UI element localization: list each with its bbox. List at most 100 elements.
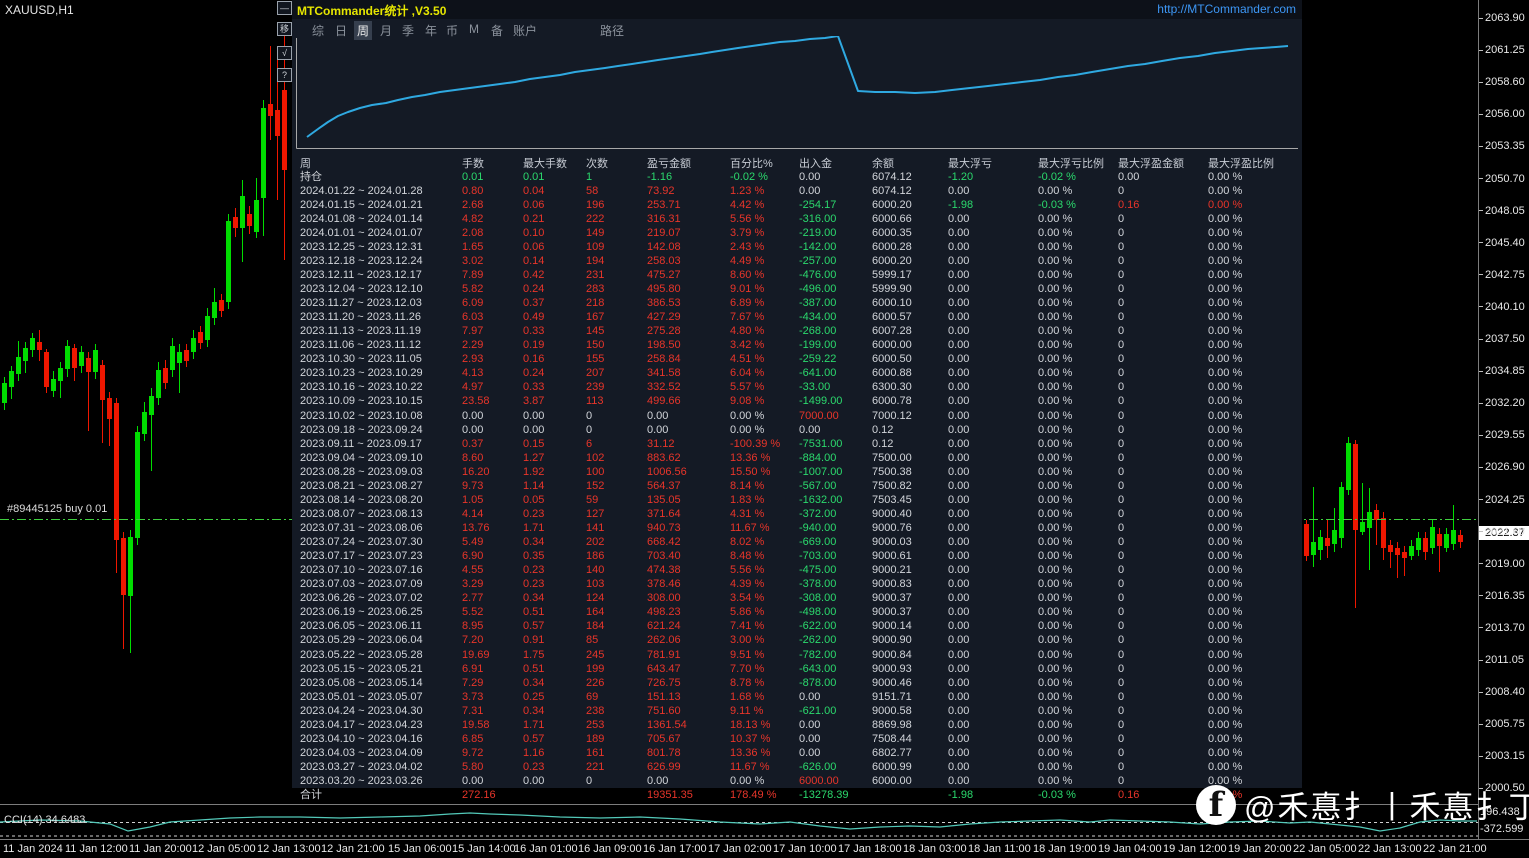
table-cell: 703.40 xyxy=(647,550,681,563)
table-cell: 23.58 xyxy=(462,395,490,408)
table-cell: 4.82 xyxy=(462,212,484,225)
table-cell: 102 xyxy=(586,451,605,464)
candle-body xyxy=(156,370,161,398)
table-cell: -940.00 xyxy=(799,522,837,534)
table-cell: 0.00 % xyxy=(1208,634,1243,647)
table-row: 2023.07.24 ~ 2023.07.30 5.49 0.34 202 668.42… xyxy=(292,535,1302,549)
table-cell: 253.71 xyxy=(647,198,681,211)
statistics-panel: MTCommander统计 ,V3.50 http://MTCommander.… xyxy=(292,0,1302,803)
table-cell: 0.00 % xyxy=(1208,620,1243,633)
table-cell: 9.01 % xyxy=(730,282,765,295)
table-row: 2023.11.27 ~ 2023.12.03 6.09 0.37 218 386.53… xyxy=(292,296,1302,310)
price-axis[interactable]: 2022.37 196.438 -372.599 2063.90 2061.25 2… xyxy=(1478,0,1529,858)
minimize-button[interactable]: — xyxy=(277,1,292,15)
table-row: 2023.07.03 ~ 2023.07.09 3.29 0.23 103 378.46… xyxy=(292,577,1302,591)
table-row: 2024.01.22 ~ 2024.01.28 0.80 0.04 58 73.92 1.… xyxy=(292,184,1302,198)
price-tick: 2042.75 xyxy=(1479,269,1529,281)
table-cell: 2023.06.19 ~ 2023.06.25 xyxy=(300,606,423,619)
table-cell: 6.03 xyxy=(462,311,484,324)
table-cell: 0.00 % xyxy=(1208,282,1243,295)
table-row: 2023.04.24 ~ 2023.04.30 7.31 0.34 238 751.60… xyxy=(292,704,1302,718)
table-cell: 6300.30 xyxy=(872,381,912,394)
table-row: 2023.10.23 ~ 2023.10.29 4.13 0.24 207 341.58… xyxy=(292,366,1302,380)
table-cell: 7.97 xyxy=(462,325,484,338)
table-cell: 135.05 xyxy=(647,493,681,506)
table-cell: 0.00 xyxy=(948,254,970,267)
table-cell: 0.00 % xyxy=(1208,507,1243,520)
table-cell: 2023.10.02 ~ 2023.10.08 xyxy=(300,409,423,422)
candle-body xyxy=(128,537,133,596)
table-cell: 9000.37 xyxy=(872,592,912,605)
table-row: 2023.11.13 ~ 2023.11.19 7.97 0.33 145 275.28… xyxy=(292,324,1302,338)
panel-website-link[interactable]: http://MTCommander.com xyxy=(1157,2,1296,16)
table-cell: 6000.00 xyxy=(799,775,839,788)
table-cell: 0.00 xyxy=(647,775,669,788)
table-cell: 222 xyxy=(586,212,605,225)
table-cell: -643.00 xyxy=(799,662,837,675)
candle-body xyxy=(184,350,189,361)
candle-body xyxy=(1409,546,1414,556)
table-cell: 4.14 xyxy=(462,507,484,520)
table-cell: 6.85 xyxy=(462,732,484,745)
price-tick: 2037.50 xyxy=(1479,333,1529,345)
table-cell: 0.00 % xyxy=(1038,606,1073,619)
table-cell: 0.00 % xyxy=(1208,170,1243,183)
menu-item-M[interactable]: M xyxy=(466,21,482,37)
help-button[interactable]: ? xyxy=(277,68,292,82)
table-cell: 0.04 xyxy=(523,184,545,197)
table-cell: 0.33 xyxy=(523,325,545,338)
time-tick: 16 Jan 01:00 xyxy=(514,843,578,855)
move-button[interactable]: 移 xyxy=(277,22,292,36)
table-cell: 0.00 xyxy=(948,564,970,577)
table-cell: 0.00 % xyxy=(1038,240,1073,253)
table-cell: 0 xyxy=(1118,395,1125,408)
table-cell: 5999.90 xyxy=(872,282,912,295)
table-cell: 0.00 xyxy=(523,409,545,422)
candle-body xyxy=(275,110,280,136)
table-row: 2023.06.26 ~ 2023.07.02 2.77 0.34 124 308.00… xyxy=(292,591,1302,605)
candle-body xyxy=(1458,535,1463,542)
table-cell: 0.00 % xyxy=(1208,339,1243,352)
table-cell: -476.00 xyxy=(799,268,837,281)
table-row: 2024.01.15 ~ 2024.01.21 2.68 0.06 196 253.71… xyxy=(292,198,1302,212)
table-cell: -496.00 xyxy=(799,282,837,295)
table-cell: 258.84 xyxy=(647,353,681,366)
table-cell: 0.00 % xyxy=(1038,634,1073,647)
candle-body xyxy=(72,348,77,368)
table-cell: 0 xyxy=(1118,662,1125,675)
table-cell: 0.00 xyxy=(948,282,970,295)
table-cell: 621.24 xyxy=(647,620,681,633)
table-cell: 0.00 % xyxy=(1038,761,1073,774)
table-cell: 221 xyxy=(586,761,605,774)
table-cell: 9.08 % xyxy=(730,395,765,408)
table-cell: 801.78 xyxy=(647,746,681,759)
table-cell: 8.60 xyxy=(462,451,484,464)
table-cell: 0.00 xyxy=(948,718,970,731)
table-cell: 2023.11.13 ~ 2023.11.19 xyxy=(300,325,422,338)
table-cell: 2023.11.06 ~ 2023.11.12 xyxy=(300,339,422,352)
table-cell: 0.00 % xyxy=(730,775,765,788)
open-position-label: #89445125 buy 0.01 xyxy=(7,503,108,515)
table-cell: -567.00 xyxy=(799,479,837,492)
table-row: 2023.04.03 ~ 2023.04.09 9.72 1.16 161 801.78… xyxy=(292,746,1302,760)
table-cell: 4.42 % xyxy=(730,198,765,211)
apply-button[interactable]: √ xyxy=(277,46,292,60)
table-row: 2023.05.01 ~ 2023.05.07 3.73 0.25 69 151.13 1… xyxy=(292,690,1302,704)
table-cell: -378.00 xyxy=(799,578,837,591)
panel-titlebar[interactable]: MTCommander统计 ,V3.50 http://MTCommander.… xyxy=(292,0,1302,19)
table-cell: 9.11 % xyxy=(730,704,764,717)
time-axis[interactable]: 11 Jan 2024 11 Jan 12:00 11 Jan 20:00 12 Ja… xyxy=(0,839,1529,858)
table-cell: 751.60 xyxy=(647,704,681,717)
table-cell: 0.34 xyxy=(523,536,545,549)
table-cell: 7.89 xyxy=(462,268,484,281)
table-cell: 272.16 xyxy=(462,789,496,802)
candle-body xyxy=(191,338,196,352)
table-cell: 9000.37 xyxy=(872,606,912,619)
table-cell: 9000.83 xyxy=(872,578,912,591)
table-cell: 2023.07.03 ~ 2023.07.09 xyxy=(300,578,423,591)
table-cell: 0 xyxy=(1118,676,1125,689)
table-cell: 6.89 % xyxy=(730,297,765,310)
time-tick: 17 Jan 10:00 xyxy=(773,843,837,855)
table-cell: 0.00 xyxy=(799,732,821,745)
table-cell: 7.29 xyxy=(462,676,484,689)
